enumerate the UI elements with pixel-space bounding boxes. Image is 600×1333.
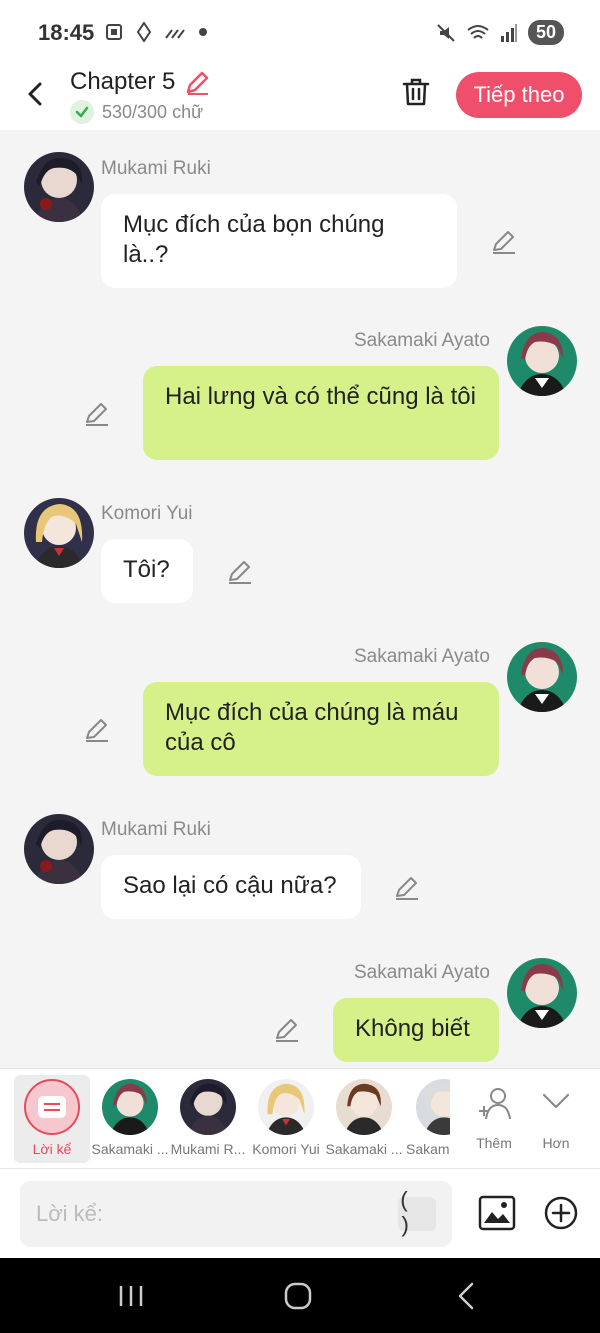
message-bubble[interactable]: Tôi? [101, 539, 193, 603]
status-icons-right: 50 [436, 20, 564, 45]
avatar-sakamaki-ayato[interactable] [507, 958, 577, 1028]
edit-message-icon[interactable] [393, 874, 421, 902]
avatar [416, 1079, 450, 1135]
check-icon [70, 100, 94, 124]
narration-label: Lời kể [32, 1141, 72, 1157]
avatar-mukami-ruki[interactable] [24, 152, 94, 222]
speaker-name: Sakamaki Ayato [354, 646, 490, 667]
avatar-mukami-ruki[interactable] [24, 814, 94, 884]
next-button[interactable]: Tiếp theo [456, 72, 582, 118]
character-label: Sakamaki ... [91, 1141, 169, 1157]
wifi-icon [467, 24, 489, 39]
screenshot-icon [106, 24, 122, 40]
recent-apps-icon[interactable] [118, 1284, 144, 1308]
input-bar: ( ) [0, 1168, 600, 1258]
speaker-name: Komori Yui [101, 503, 193, 524]
header: Chapter 5 530/300 chữ Tiếp theo [0, 64, 600, 130]
edit-message-icon[interactable] [273, 1016, 301, 1044]
nav-back-icon[interactable] [456, 1282, 476, 1310]
edit-message-icon[interactable] [83, 716, 111, 744]
system-nav-bar [0, 1258, 600, 1333]
add-character-button[interactable]: Thêm [468, 1075, 520, 1163]
mute-icon [437, 23, 455, 42]
insert-image-icon[interactable] [478, 1195, 516, 1231]
speaker-name: Sakamaki Ayato [354, 962, 490, 983]
cell-signal-icon [500, 23, 517, 42]
speaker-name: Mukami Ruki [101, 819, 211, 840]
character-label: Komori Yui [252, 1141, 320, 1157]
status-bar: 18:45 50 [0, 0, 600, 64]
chat-area: Mukami Ruki Mục đích của bọn chúng là..?… [0, 130, 600, 1068]
message-bubble[interactable]: Mục đích của chúng là máu của cô [143, 682, 499, 776]
avatar-komori-yui[interactable] [24, 498, 94, 568]
battery-indicator: 50 [527, 20, 564, 45]
character-sakamaki-ayato[interactable]: Sakamaki ... [90, 1075, 170, 1163]
narration-input[interactable] [36, 1195, 396, 1233]
speaker-name: Sakamaki Ayato [354, 330, 490, 351]
character-sakamaki-2[interactable]: Sakamaki ... [324, 1075, 404, 1163]
narration-icon [24, 1079, 80, 1135]
parentheses-button[interactable]: ( ) [398, 1189, 436, 1239]
home-icon[interactable] [284, 1282, 312, 1310]
chevron-down-icon [542, 1093, 570, 1109]
avatar [180, 1079, 236, 1135]
status-time: 18:45 [38, 20, 95, 45]
message-bubble[interactable]: Mục đích của bọn chúng là..? [101, 194, 457, 288]
avatar-sakamaki-ayato[interactable] [507, 642, 577, 712]
more-characters-label: Hơn [542, 1135, 570, 1151]
character-label: Sakam [406, 1141, 450, 1157]
edit-message-icon[interactable] [226, 558, 254, 586]
message-bubble[interactable]: Hai lưng và có thể cũng là tôi [143, 366, 499, 460]
character-label: Sakamaki ... [325, 1141, 403, 1157]
vpn-icon [136, 22, 152, 42]
word-count-label: 530/300 chữ [102, 101, 204, 122]
dot-icon [199, 28, 207, 36]
chapter-title: Chapter 5 [70, 68, 176, 95]
message-bubble[interactable]: Không biết [333, 998, 499, 1062]
character-komori-yui[interactable]: Komori Yui [246, 1075, 326, 1163]
add-content-icon[interactable] [543, 1195, 579, 1231]
edit-message-icon[interactable] [83, 400, 111, 428]
character-bar: Lời kể Sakamaki ... Mukami R... Komori Y… [0, 1068, 600, 1168]
input-box: ( ) [20, 1181, 452, 1247]
narration-tab[interactable]: Lời kể [14, 1075, 90, 1163]
speaker-name: Mukami Ruki [101, 158, 211, 179]
status-icons-left [104, 22, 208, 42]
message-bubble[interactable]: Sao lại có cậu nữa? [101, 855, 361, 919]
signal-bars-icon [165, 29, 185, 39]
trash-icon[interactable] [400, 76, 432, 108]
avatar [102, 1079, 158, 1135]
back-arrow-icon[interactable] [22, 78, 50, 110]
avatar [336, 1079, 392, 1135]
edit-message-icon[interactable] [490, 228, 518, 256]
more-characters-button[interactable]: Hơn [530, 1075, 582, 1163]
edit-title-icon[interactable] [184, 70, 210, 96]
avatar [258, 1079, 314, 1135]
avatar-sakamaki-ayato[interactable] [507, 326, 577, 396]
add-character-label: Thêm [476, 1135, 512, 1151]
add-person-icon [479, 1088, 511, 1120]
word-count: 530/300 chữ [70, 100, 203, 124]
character-mukami-ruki[interactable]: Mukami R... [168, 1075, 248, 1163]
character-sakamaki-3[interactable]: Sakam [404, 1075, 450, 1163]
character-label: Mukami R... [170, 1141, 246, 1157]
